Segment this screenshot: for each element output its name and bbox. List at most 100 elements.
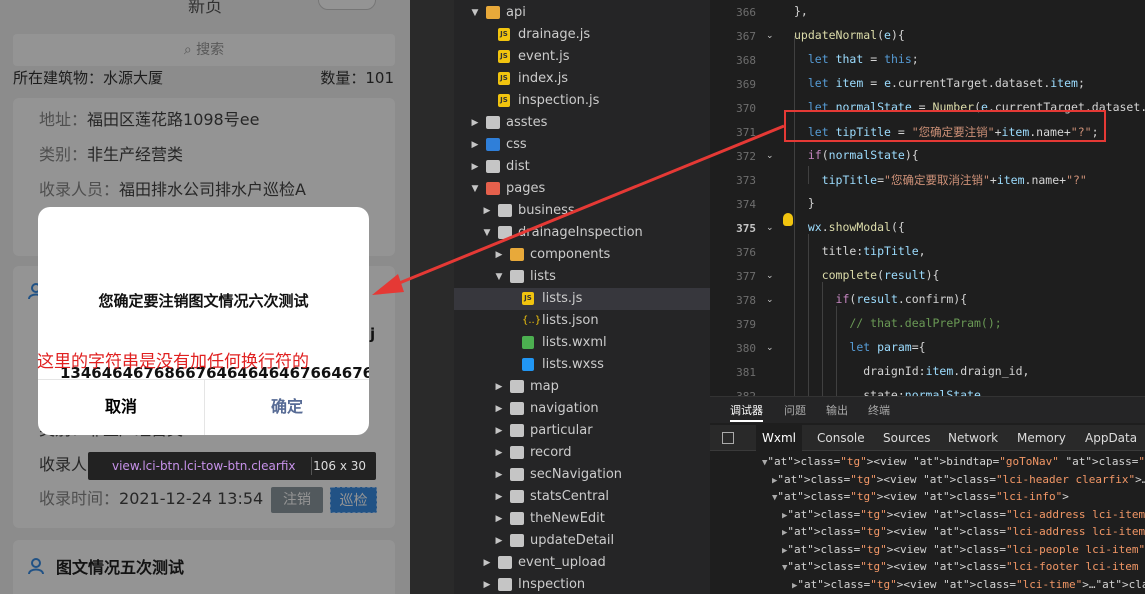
line-number: 373: [736, 174, 756, 187]
tree-item[interactable]: ▶ business: [454, 200, 710, 222]
fold-icon[interactable]: ⌄: [766, 343, 774, 353]
tree-item[interactable]: lists.wxml: [454, 332, 710, 354]
tab-wxml[interactable]: Wxml: [756, 425, 802, 451]
tab-appdata[interactable]: AppData: [1085, 425, 1137, 451]
tree-item[interactable]: JS index.js: [454, 68, 710, 90]
tab-debugger[interactable]: 调试器: [730, 402, 763, 422]
tree-item-label: event_upload: [518, 555, 606, 570]
tree-item-label: theNewEdit: [530, 511, 605, 526]
wxml-node[interactable]: ▼"at">class="tg"><view "at">class="lci-f…: [782, 560, 1145, 573]
line-number: 378: [736, 294, 756, 307]
chevron-down-icon[interactable]: ▼: [470, 178, 480, 200]
tree-item[interactable]: JS drainage.js: [454, 24, 710, 46]
explorer-gutter: [410, 0, 454, 594]
wxml-node[interactable]: ▶"at">class="tg"><view "at">class="lci-a…: [782, 508, 1145, 521]
fold-icon[interactable]: ⌄: [766, 295, 774, 305]
tree-item[interactable]: ▶ updateDetail: [454, 530, 710, 552]
tab-problems[interactable]: 问题: [784, 402, 806, 418]
tree-item[interactable]: ▶ statsCentral: [454, 486, 710, 508]
tree-item[interactable]: ▶ record: [454, 442, 710, 464]
chevron-right-icon[interactable]: ▶: [482, 574, 492, 594]
tree-item[interactable]: ▼ api: [454, 2, 710, 24]
fold-icon[interactable]: ⌄: [766, 31, 774, 41]
line-number: 376: [736, 246, 756, 259]
chevron-right-icon[interactable]: ▶: [494, 464, 504, 486]
chevron-right-icon[interactable]: ▶: [494, 508, 504, 530]
chevron-right-icon[interactable]: ▶: [494, 376, 504, 398]
wxml-node[interactable]: ▶"at">class="tg"><view "at">class="lci-p…: [782, 543, 1145, 556]
js-file-icon: JS: [498, 72, 510, 85]
tree-item[interactable]: ▶ particular: [454, 420, 710, 442]
dialog-confirm-button[interactable]: 确定: [205, 379, 369, 435]
tree-item[interactable]: ▶ dist: [454, 156, 710, 178]
wxml-node[interactable]: ▼"at">class="tg"><view "at">bindtap="goT…: [762, 455, 1145, 468]
dialog-line: 您确定要注销图文情况六次测试: [98, 292, 309, 310]
chevron-right-icon[interactable]: ▶: [494, 420, 504, 442]
tree-item[interactable]: JS event.js: [454, 46, 710, 68]
element-picker-icon[interactable]: [722, 432, 734, 444]
chevron-right-icon[interactable]: ▶: [494, 398, 504, 420]
wxml-node[interactable]: ▶"at">class="tg"><view "at">class="lci-t…: [792, 578, 1145, 591]
folder-icon: [486, 182, 500, 195]
fold-icon[interactable]: ⌄: [766, 271, 774, 281]
tree-item[interactable]: ▶ secNavigation: [454, 464, 710, 486]
tree-item[interactable]: JS inspection.js: [454, 90, 710, 112]
code-line: if(result.confirm){: [835, 292, 968, 306]
tab-network[interactable]: Network: [948, 425, 998, 451]
wxml-node[interactable]: ▶"at">class="tg"><view "at">class="lci-a…: [782, 525, 1145, 538]
chevron-down-icon[interactable]: ▼: [482, 222, 492, 244]
highlight-box: [784, 110, 1106, 142]
chevron-down-icon[interactable]: ▼: [494, 266, 504, 288]
tree-item[interactable]: ▼ lists: [454, 266, 710, 288]
tree-item[interactable]: {..} lists.json: [454, 310, 710, 332]
tree-item[interactable]: ▼ drainageInspection: [454, 222, 710, 244]
tab-terminal[interactable]: 终端: [868, 402, 890, 418]
tree-item[interactable]: JS lists.js: [454, 288, 710, 310]
folder-icon: [498, 556, 512, 569]
folder-icon: [498, 578, 512, 591]
tree-item[interactable]: lists.wxss: [454, 354, 710, 376]
chevron-right-icon[interactable]: ▶: [470, 112, 480, 134]
line-number: 380: [736, 342, 756, 355]
tree-item[interactable]: ▶ components: [454, 244, 710, 266]
tree-item-label: record: [530, 445, 572, 460]
debugger-tabs: 调试器 问题 输出 终端: [710, 397, 1145, 423]
chevron-right-icon[interactable]: ▶: [470, 134, 480, 156]
chevron-right-icon[interactable]: ▶: [482, 200, 492, 222]
chevron-right-icon[interactable]: ▶: [494, 244, 504, 266]
tree-item[interactable]: ▶ theNewEdit: [454, 508, 710, 530]
chevron-right-icon[interactable]: ▶: [494, 442, 504, 464]
folder-icon: [510, 490, 524, 503]
lightbulb-icon[interactable]: [783, 213, 793, 226]
tree-item[interactable]: ▶ map: [454, 376, 710, 398]
annotation-note: 这里的字符串是没有加任何换行符的: [37, 352, 309, 372]
line-number: 374: [736, 198, 756, 211]
tree-item[interactable]: ▼ pages: [454, 178, 710, 200]
tree-item[interactable]: ▶ navigation: [454, 398, 710, 420]
tab-console[interactable]: Console: [817, 425, 865, 451]
code-editor[interactable]: 366}, 367 ⌄ updateNormal(e){368 let that = …: [710, 0, 1145, 396]
tree-item[interactable]: ▶ Inspection: [454, 574, 710, 594]
chevron-right-icon[interactable]: ▶: [470, 156, 480, 178]
tab-output[interactable]: 输出: [826, 402, 848, 418]
tab-memory[interactable]: Memory: [1017, 425, 1066, 451]
tree-item-label: drainage.js: [518, 27, 591, 42]
chevron-down-icon[interactable]: ▼: [470, 2, 480, 24]
wxml-node[interactable]: ▼"at">class="tg"><view "at">class="lci-i…: [772, 490, 1069, 503]
file-explorer: ▼ api JS drainage.js JS event.js JS index.js JS i…: [410, 0, 710, 594]
fold-icon[interactable]: ⌄: [766, 223, 774, 233]
tree-item[interactable]: ▶ css: [454, 134, 710, 156]
tab-sources[interactable]: Sources: [883, 425, 930, 451]
code-line: tipTitle="您确定要取消注销"+item.name+"?": [821, 173, 1087, 187]
line-number: 372: [736, 150, 756, 163]
tree-item-label: dist: [506, 159, 530, 174]
chevron-right-icon[interactable]: ▶: [482, 552, 492, 574]
tree-item[interactable]: ▶ event_upload: [454, 552, 710, 574]
dialog-cancel-button[interactable]: 取消: [38, 379, 204, 435]
fold-icon[interactable]: ⌄: [766, 151, 774, 161]
wxml-node[interactable]: ▶"at">class="tg"><view "at">class="lci-h…: [772, 473, 1145, 486]
tree-item[interactable]: ▶ asstes: [454, 112, 710, 134]
chevron-right-icon[interactable]: ▶: [494, 530, 504, 552]
tree-item-label: business: [518, 203, 575, 218]
chevron-right-icon[interactable]: ▶: [494, 486, 504, 508]
